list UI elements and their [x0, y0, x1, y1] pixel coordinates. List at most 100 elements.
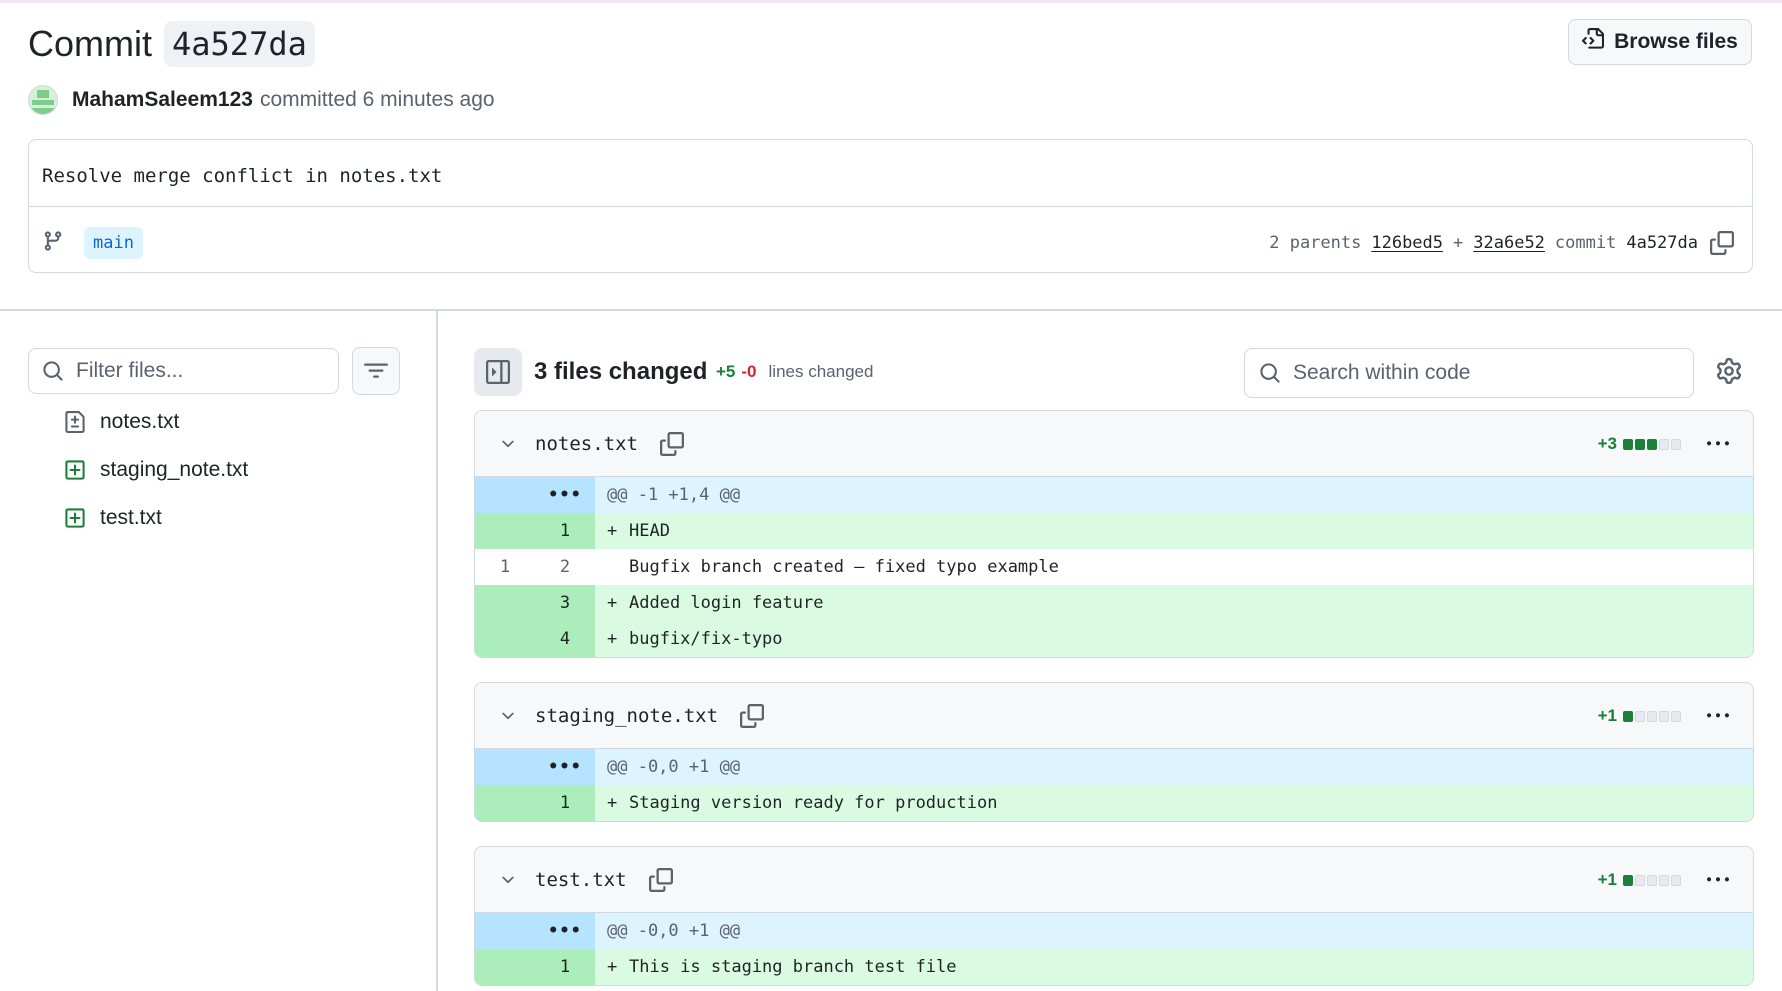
- copy-icon[interactable]: [1710, 231, 1734, 255]
- gear-icon[interactable]: [1716, 358, 1742, 389]
- line-number[interactable]: 1: [535, 513, 595, 549]
- file-added-icon: [64, 458, 86, 482]
- kebab-menu-icon[interactable]: [1705, 433, 1731, 460]
- git-branch-icon: [42, 228, 64, 259]
- diff-line-text: Bugfix branch created – fixed typo examp…: [629, 557, 1059, 577]
- sidebar-divider: [436, 311, 438, 991]
- chevron-down-icon[interactable]: [499, 707, 517, 730]
- search-icon: [29, 360, 76, 382]
- search-icon: [1245, 362, 1293, 384]
- copy-icon[interactable]: [659, 432, 684, 456]
- filter-files-input[interactable]: Filter files...: [28, 348, 339, 394]
- diffstat-blocks: [1623, 874, 1681, 886]
- kebab-menu-icon[interactable]: [1705, 869, 1731, 896]
- diffstat-blocks: [1623, 710, 1681, 722]
- diff-file-name-group: staging_note.txt: [535, 683, 765, 749]
- parent-sha-link[interactable]: 126bed5: [1371, 233, 1443, 253]
- commit-sha-badge: 4a527da: [164, 21, 315, 67]
- file-added-icon: [64, 506, 86, 530]
- diffstat-additions: +3: [1597, 434, 1617, 453]
- filter-options-button[interactable]: [352, 347, 400, 395]
- chevron-down-icon[interactable]: [499, 435, 517, 458]
- divider: [0, 309, 1782, 311]
- commit-label: Commit: [28, 23, 152, 64]
- diff-file-name-group: notes.txt: [535, 411, 684, 477]
- tree-item-label: staging_note.txt: [100, 458, 249, 481]
- diff-file-notes-txt: notes.txt +3 ••• @@ -1 +1,4 @@ 1 + HEAD 1…: [474, 410, 1754, 658]
- browse-files-label: Browse files: [1614, 30, 1738, 53]
- diff-hunk-header: ••• @@ -0,0 +1 @@: [475, 913, 1753, 949]
- diff-line-added: 1 + Staging version ready for production: [475, 785, 1753, 821]
- author-link[interactable]: MahamSaleem123: [72, 88, 253, 112]
- diff-line-text: This is staging branch test file: [629, 957, 957, 977]
- copy-icon[interactable]: [648, 868, 673, 892]
- expand-lines-button[interactable]: •••: [535, 477, 595, 513]
- lines-changed-label: lines changed: [768, 362, 874, 381]
- commit-sha: 4a527da: [1626, 233, 1698, 253]
- deletions-count: -0: [741, 362, 757, 381]
- diff-file-name[interactable]: notes.txt: [535, 433, 638, 455]
- expand-lines-button[interactable]: •••: [535, 749, 595, 785]
- divider: [29, 206, 1752, 207]
- additions-count: +5: [716, 362, 736, 381]
- committed-time: committed 6 minutes ago: [259, 88, 495, 111]
- diffstat-additions: +1: [1597, 870, 1617, 889]
- top-accent-line: [0, 0, 1782, 3]
- diffstat: +3: [1598, 411, 1681, 477]
- commit-message: Resolve merge conflict in notes.txt: [42, 165, 443, 187]
- branch-link[interactable]: main: [84, 227, 143, 259]
- diff-hunk-header: ••• @@ -1 +1,4 @@: [475, 477, 1753, 513]
- hunk-header-text: @@ -1 +1,4 @@: [607, 485, 741, 505]
- kebab-menu-icon[interactable]: [1705, 705, 1731, 732]
- diff-line-added: 1 + HEAD: [475, 513, 1753, 549]
- toggle-file-tree-button[interactable]: [474, 348, 522, 396]
- chevron-down-icon[interactable]: [499, 871, 517, 894]
- parents-label: 2 parents: [1269, 233, 1362, 253]
- line-number[interactable]: 3: [535, 585, 595, 621]
- diff-file-staging-note-txt: staging_note.txt +1 ••• @@ -0,0 +1 @@ 1 …: [474, 682, 1754, 822]
- tree-item-test-txt[interactable]: test.txt: [64, 501, 162, 535]
- line-number[interactable]: 2: [535, 549, 595, 585]
- parents-plus: +: [1453, 233, 1464, 253]
- diff-line-text: Staging version ready for production: [629, 793, 998, 813]
- file-code-icon: [1582, 28, 1605, 56]
- diff-file-name[interactable]: staging_note.txt: [535, 705, 718, 727]
- diff-file-header: staging_note.txt +1: [475, 683, 1753, 749]
- filter-files-placeholder: Filter files...: [76, 359, 184, 382]
- line-number[interactable]: 1: [535, 785, 595, 821]
- diffstat: +1: [1598, 847, 1681, 913]
- hunk-header-text: @@ -0,0 +1 @@: [607, 921, 741, 941]
- search-placeholder: Search within code: [1293, 361, 1471, 384]
- hunk-header-text: @@ -0,0 +1 @@: [607, 757, 741, 777]
- tree-item-label: test.txt: [100, 506, 162, 529]
- line-number[interactable]: 1: [475, 549, 535, 585]
- diff-line-text: Added login feature: [629, 593, 824, 613]
- diff-file-header: test.txt +1: [475, 847, 1753, 913]
- parent-sha-link[interactable]: 32a6e52: [1473, 233, 1545, 253]
- avatar[interactable]: [28, 85, 58, 115]
- commit-label: commit: [1554, 233, 1617, 253]
- diff-file-name[interactable]: test.txt: [535, 869, 627, 891]
- file-diff-icon: [64, 410, 86, 434]
- commit-author-row: MahamSaleem123 committed 6 minutes ago: [28, 84, 495, 116]
- diff-line-added: 3 + Added login feature: [475, 585, 1753, 621]
- line-number[interactable]: 4: [535, 621, 595, 657]
- diff-line-text: bugfix/fix-typo: [629, 629, 783, 649]
- line-number[interactable]: 1: [535, 949, 595, 985]
- search-within-code-input[interactable]: Search within code: [1244, 348, 1694, 398]
- page-title: Commit 4a527da: [28, 16, 315, 72]
- lines-changed-summary: +5 -0 lines changed: [716, 362, 873, 382]
- tree-item-staging-note-txt[interactable]: staging_note.txt: [64, 453, 248, 487]
- filter-icon: [364, 359, 388, 383]
- copy-icon[interactable]: [740, 704, 765, 728]
- commit-message-box: Resolve merge conflict in notes.txt main…: [28, 139, 1753, 273]
- tree-item-label: notes.txt: [100, 410, 180, 433]
- diff-line-added: 1 + This is staging branch test file: [475, 949, 1753, 985]
- diffstat-blocks: [1623, 438, 1681, 450]
- browse-files-button[interactable]: Browse files: [1568, 19, 1752, 65]
- diff-line-added: 4 + bugfix/fix-typo: [475, 621, 1753, 657]
- expand-lines-button[interactable]: •••: [535, 913, 595, 949]
- diff-line-text: HEAD: [629, 521, 670, 541]
- tree-item-notes-txt[interactable]: notes.txt: [64, 405, 179, 439]
- diff-file-name-group: test.txt: [535, 847, 673, 913]
